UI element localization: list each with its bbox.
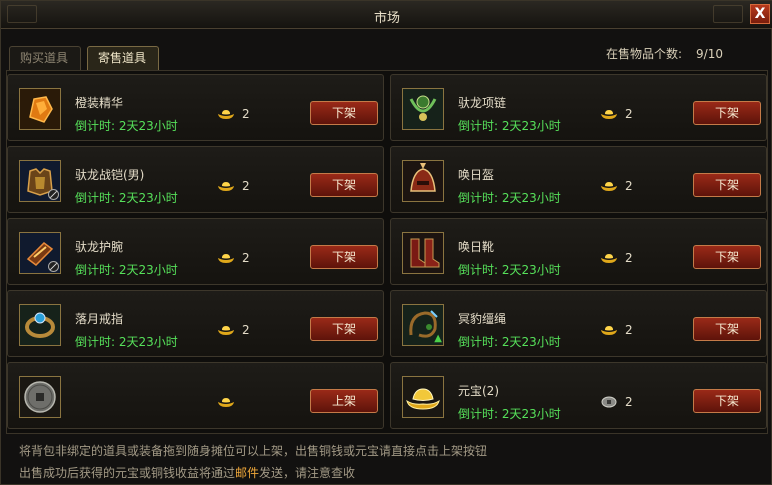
delist-item-button[interactable]: 下架 xyxy=(310,245,378,269)
consign-slot[interactable]: 驮龙护腕倒计时: 2天23小时 2 下架 xyxy=(7,218,384,285)
gold-ingot-icon[interactable] xyxy=(402,376,444,418)
close-button[interactable]: X xyxy=(750,4,770,24)
coin-icon[interactable] xyxy=(19,376,61,418)
gold-ingot-icon xyxy=(600,108,618,120)
bound-lock-icon xyxy=(48,261,59,272)
hint-line-2-pre: 出售成功后获得的元宝或铜钱收益将通过 xyxy=(19,466,236,480)
item-price: 2 xyxy=(242,251,250,265)
gold-ingot-icon xyxy=(600,180,618,192)
item-timer: 倒计时: 2天23小时 xyxy=(458,191,561,205)
item-name: 冥豹缰绳 xyxy=(458,312,507,326)
item-price: 2 xyxy=(625,395,633,409)
delist-item-button[interactable]: 下架 xyxy=(693,173,761,197)
delist-item-button[interactable]: 下架 xyxy=(310,101,378,125)
item-name: 元宝(2) xyxy=(458,384,499,398)
orange-gem-icon[interactable] xyxy=(19,88,61,130)
gold-ingot-icon xyxy=(600,324,618,336)
mail-link[interactable]: 邮件 xyxy=(235,466,259,480)
necklace-icon[interactable] xyxy=(402,88,444,130)
hint-line-1: 将背包非绑定的道具或装备拖到随身摊位可以上架，出售铜钱或元宝请直接点击上架按钮 xyxy=(19,444,488,458)
gold-ingot-icon xyxy=(217,324,235,336)
item-timer: 倒计时: 2天23小时 xyxy=(458,335,561,349)
item-price: 2 xyxy=(242,323,250,337)
item-name: 唤日靴 xyxy=(458,240,495,254)
hint-line-2-post: 发送，请注意查收 xyxy=(259,466,356,480)
consign-slot[interactable]: 驮龙项链倒计时: 2天23小时 2 下架 xyxy=(390,74,767,141)
hint-line-2: 出售成功后获得的元宝或铜钱收益将通过邮件发送，请注意查收 xyxy=(19,464,355,481)
upgrade-arrow-icon: ▲ xyxy=(434,333,442,344)
tab-consign-items[interactable]: 寄售道具 xyxy=(87,46,159,70)
item-price: 2 xyxy=(625,107,633,121)
gold-ingot-icon xyxy=(217,180,235,192)
list-item-button[interactable]: 上架 xyxy=(310,389,378,413)
item-price: 2 xyxy=(242,107,250,121)
item-price: 2 xyxy=(625,323,633,337)
gold-ingot-icon xyxy=(217,252,235,264)
boots-icon[interactable] xyxy=(402,232,444,274)
silver-coin-icon xyxy=(600,396,618,408)
item-price: 2 xyxy=(625,251,633,265)
armor-icon[interactable] xyxy=(19,160,61,202)
title-bar[interactable]: 市场 X xyxy=(1,1,772,29)
consign-slot[interactable]: 元宝(2) 倒计时: 2天23小时 2 下架 xyxy=(390,362,767,429)
item-name: 驮龙项链 xyxy=(458,96,507,110)
delist-item-button[interactable]: 下架 xyxy=(693,101,761,125)
item-name: 驮龙护腕 xyxy=(75,240,124,254)
item-timer: 倒计时: 2天23小时 xyxy=(75,263,178,277)
stock-count-label: 在售物品个数: xyxy=(606,47,683,61)
item-name: 驮龙战铠(男) xyxy=(75,168,145,182)
delist-item-button[interactable]: 下架 xyxy=(310,173,378,197)
tab-buy-items[interactable]: 购买道具 xyxy=(9,46,81,70)
consign-slot[interactable]: ▲ 冥豹缰绳倒计时: 2天23小时 2 下架 xyxy=(390,290,767,357)
market-window: 市场 X 购买道具 寄售道具 在售物品个数: 9/10 橙装精华倒计时: 2天23… xyxy=(0,0,772,485)
window-title: 市场 xyxy=(373,11,400,26)
ring-icon[interactable] xyxy=(19,304,61,346)
consign-slot[interactable]: 落月戒指倒计时: 2天23小时 2 下架 xyxy=(7,290,384,357)
consign-slot[interactable]: 唤日盔倒计时: 2天23小时 2 下架 xyxy=(390,146,767,213)
item-timer: 倒计时: 2天23小时 xyxy=(75,191,178,205)
item-timer: 倒计时: 2天23小时 xyxy=(75,335,178,349)
consign-slot[interactable]: 上架 xyxy=(7,362,384,429)
item-name: 唤日盔 xyxy=(458,168,495,182)
item-timer: 倒计时: 2天23小时 xyxy=(75,119,178,133)
item-price: 2 xyxy=(625,179,633,193)
bracer-icon[interactable] xyxy=(19,232,61,274)
helmet-icon[interactable] xyxy=(402,160,444,202)
delist-item-button[interactable]: 下架 xyxy=(693,317,761,341)
gold-ingot-icon xyxy=(600,252,618,264)
consign-slot[interactable]: 橙装精华倒计时: 2天23小时 2 下架 xyxy=(7,74,384,141)
delist-item-button[interactable]: 下架 xyxy=(693,389,761,413)
delist-item-button[interactable]: 下架 xyxy=(310,317,378,341)
reins-icon[interactable]: ▲ xyxy=(402,304,444,346)
bound-lock-icon xyxy=(48,189,59,200)
item-timer: 倒计时: 2天23小时 xyxy=(458,263,561,277)
item-timer: 倒计时: 2天23小时 xyxy=(458,407,561,421)
stock-count-value: 9/10 xyxy=(696,47,723,61)
item-name: 落月戒指 xyxy=(75,312,124,326)
item-name: 橙装精华 xyxy=(75,96,124,110)
item-timer: 倒计时: 2天23小时 xyxy=(458,119,561,133)
consign-slot[interactable]: 驮龙战铠(男) 倒计时: 2天23小时 2 下架 xyxy=(7,146,384,213)
gold-ingot-icon xyxy=(217,108,235,120)
gold-ingot-icon xyxy=(217,396,235,408)
stock-count: 在售物品个数: 9/10 xyxy=(606,45,723,62)
consign-slot[interactable]: 唤日靴倒计时: 2天23小时 2 下架 xyxy=(390,218,767,285)
delist-item-button[interactable]: 下架 xyxy=(693,245,761,269)
item-price: 2 xyxy=(242,179,250,193)
